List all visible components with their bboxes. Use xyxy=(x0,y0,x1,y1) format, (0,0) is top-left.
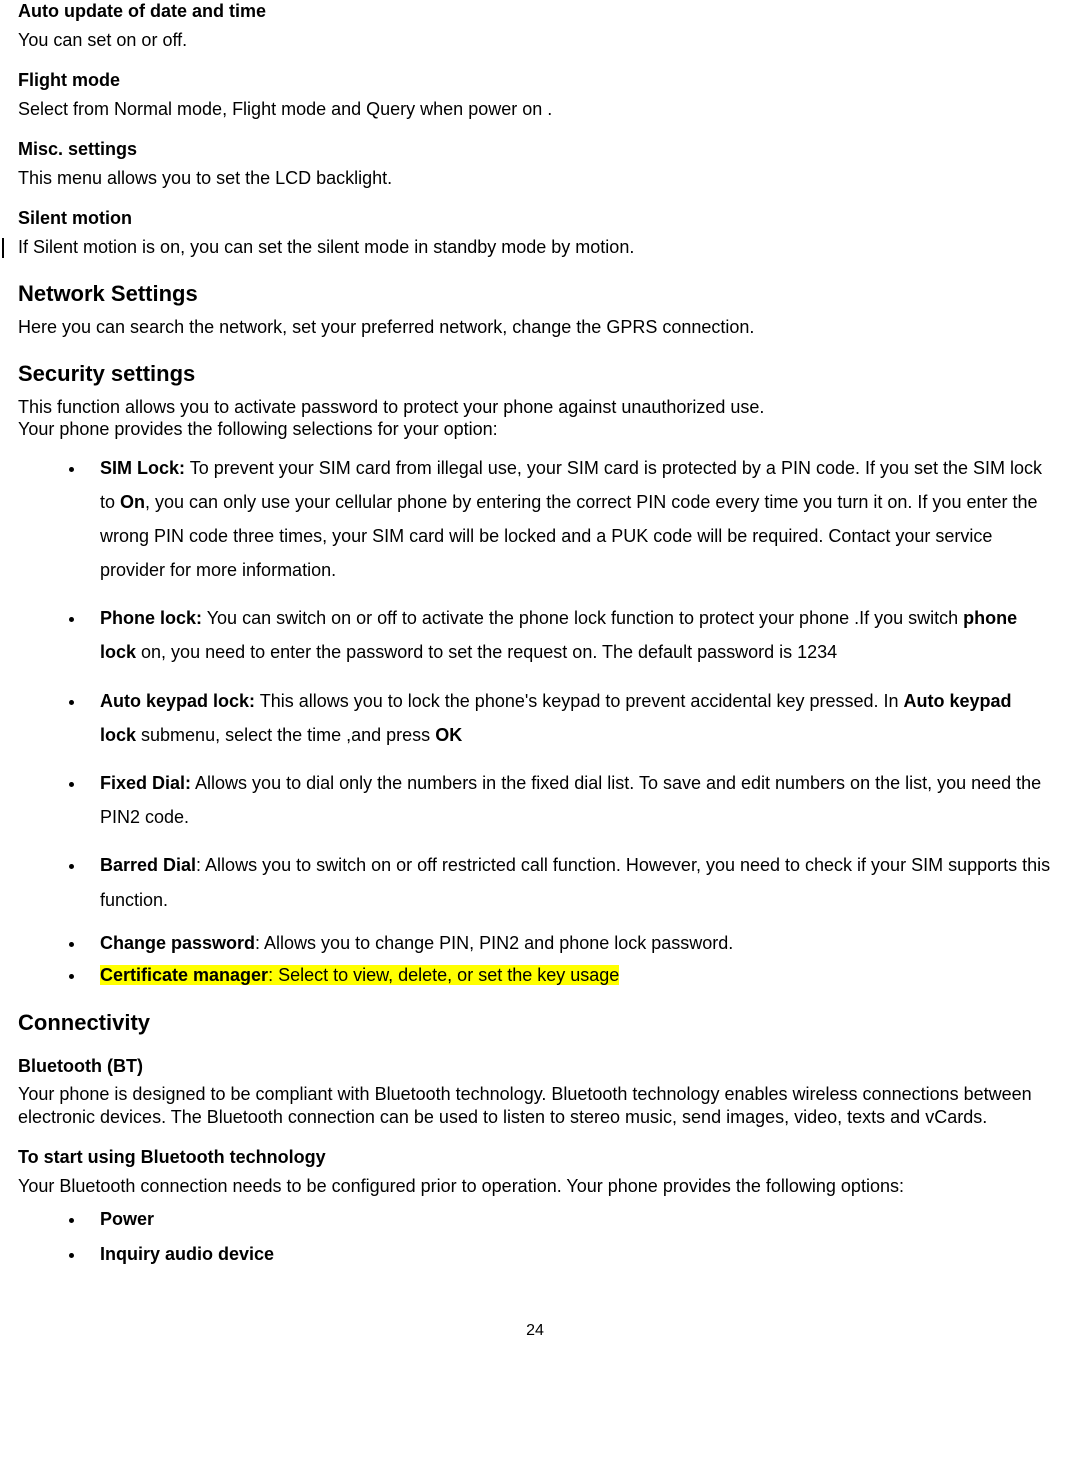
label-power: Power xyxy=(100,1209,154,1229)
list-item: Phone lock: You can switch on or off to … xyxy=(86,601,1052,669)
heading-bluetooth-start: To start using Bluetooth technology xyxy=(18,1146,1052,1169)
heading-connectivity: Connectivity xyxy=(18,1009,1052,1037)
change-bar-icon xyxy=(2,238,4,258)
heading-security-settings: Security settings xyxy=(18,360,1052,388)
body-bluetooth-start: Your Bluetooth connection needs to be co… xyxy=(18,1175,1052,1198)
list-item: Power xyxy=(86,1207,1052,1231)
heading-bluetooth: Bluetooth (BT) xyxy=(18,1055,1052,1078)
text: This allows you to lock the phone's keyp… xyxy=(255,691,903,711)
body-security-2: Your phone provides the following select… xyxy=(18,418,1052,441)
body-security-1: This function allows you to activate pas… xyxy=(18,396,1052,419)
label-change-password: Change password xyxy=(100,933,255,953)
list-item: Change password: Allows you to change PI… xyxy=(86,931,1052,955)
text: : Select to view, delete, or set the key… xyxy=(268,965,619,985)
text: Allows you to dial only the numbers in t… xyxy=(100,773,1041,827)
heading-auto-update: Auto update of date and time xyxy=(18,0,1052,23)
label-barred-dial: Barred Dial xyxy=(100,855,196,875)
heading-silent-motion: Silent motion xyxy=(18,207,1052,230)
body-network-settings: Here you can search the network, set you… xyxy=(18,316,1052,339)
list-item: Fixed Dial: Allows you to dial only the … xyxy=(86,766,1052,834)
label-auto-keypad: Auto keypad lock: xyxy=(100,691,255,711)
list-item: Barred Dial: Allows you to switch on or … xyxy=(86,848,1052,916)
label-sim-lock: SIM Lock: xyxy=(100,458,185,478)
body-flight-mode: Select from Normal mode, Flight mode and… xyxy=(18,98,1052,121)
text: : Allows you to switch on or off restric… xyxy=(100,855,1050,909)
list-item: Inquiry audio device xyxy=(86,1242,1052,1266)
text: You can switch on or off to activate the… xyxy=(202,608,963,628)
text: , you can only use your cellular phone b… xyxy=(100,492,1038,580)
bluetooth-options-list: Power Inquiry audio device xyxy=(18,1207,1052,1266)
label-certificate-manager: Certificate manager xyxy=(100,965,268,985)
security-list: SIM Lock: To prevent your SIM card from … xyxy=(18,451,1052,988)
body-bluetooth: Your phone is designed to be compliant w… xyxy=(18,1083,1052,1128)
text: submenu, select the time ,and press xyxy=(136,725,435,745)
label-inquiry-audio-device: Inquiry audio device xyxy=(100,1244,274,1264)
list-item: Certificate manager: Select to view, del… xyxy=(86,963,1052,987)
list-item: Auto keypad lock: This allows you to loc… xyxy=(86,684,1052,752)
text: on, you need to enter the password to se… xyxy=(136,642,837,662)
body-silent-motion: If Silent motion is on, you can set the … xyxy=(18,236,1052,259)
heading-flight-mode: Flight mode xyxy=(18,69,1052,92)
label-fixed-dial: Fixed Dial: xyxy=(100,773,191,793)
label-phone-lock: Phone lock: xyxy=(100,608,202,628)
list-item: SIM Lock: To prevent your SIM card from … xyxy=(86,451,1052,588)
label-on: On xyxy=(120,492,145,512)
heading-misc: Misc. settings xyxy=(18,138,1052,161)
body-auto-update: You can set on or off. xyxy=(18,29,1052,52)
page-number: 24 xyxy=(18,1321,1052,1341)
body-misc: This menu allows you to set the LCD back… xyxy=(18,167,1052,190)
label-ok: OK xyxy=(435,725,462,745)
heading-network-settings: Network Settings xyxy=(18,280,1052,308)
text: : Allows you to change PIN, PIN2 and pho… xyxy=(255,933,733,953)
